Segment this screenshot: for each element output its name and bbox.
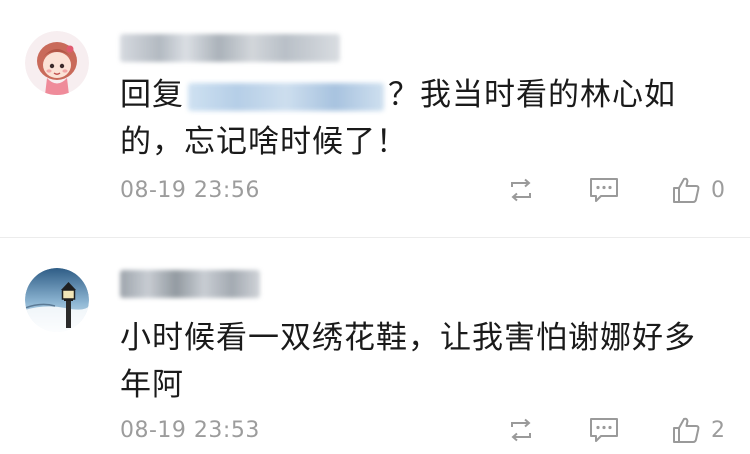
mention-redacted[interactable] [188,82,384,111]
like-count: 2 [711,417,725,443]
repost-button[interactable] [503,175,539,205]
timestamp: 08-19 23:53 [120,418,260,443]
cartoon-girl-avatar-icon [25,31,89,95]
like-count: 0 [711,177,725,203]
username-redacted[interactable] [120,270,260,298]
repost-button[interactable] [503,415,539,445]
reply-button[interactable] [586,415,622,445]
like-button[interactable]: 2 [671,415,731,445]
thumbs-up-icon [673,177,700,203]
comment-item: 回复 ？我当时看的林心如的，忘记啥时候了！ 08-19 23:56 0 [0,0,750,238]
avatar[interactable] [25,268,89,332]
username-redacted[interactable] [120,34,340,62]
comment-text: 回复 ？我当时看的林心如的，忘记啥时候了！ [120,72,720,166]
thumbs-up-icon [673,417,700,443]
repost-icon [511,418,531,442]
comment-icon [590,418,618,442]
timestamp: 08-19 23:56 [120,178,260,203]
reply-button[interactable] [586,175,622,205]
comment-icon [590,178,618,202]
reply-prefix: 回复 [120,77,184,113]
comment-text: 小时候看一双绣花鞋，让我害怕谢娜好多年阿 [120,320,696,403]
repost-icon [511,178,531,202]
comment-item: 小时候看一双绣花鞋，让我害怕谢娜好多年阿 08-19 23:53 2 [0,238,750,454]
comment-feed: 回复 ？我当时看的林心如的，忘记啥时候了！ 08-19 23:56 0 小时候看… [0,0,750,454]
avatar[interactable] [25,31,89,95]
lighthouse-lamp-avatar-icon [25,268,89,332]
like-button[interactable]: 0 [671,175,731,205]
